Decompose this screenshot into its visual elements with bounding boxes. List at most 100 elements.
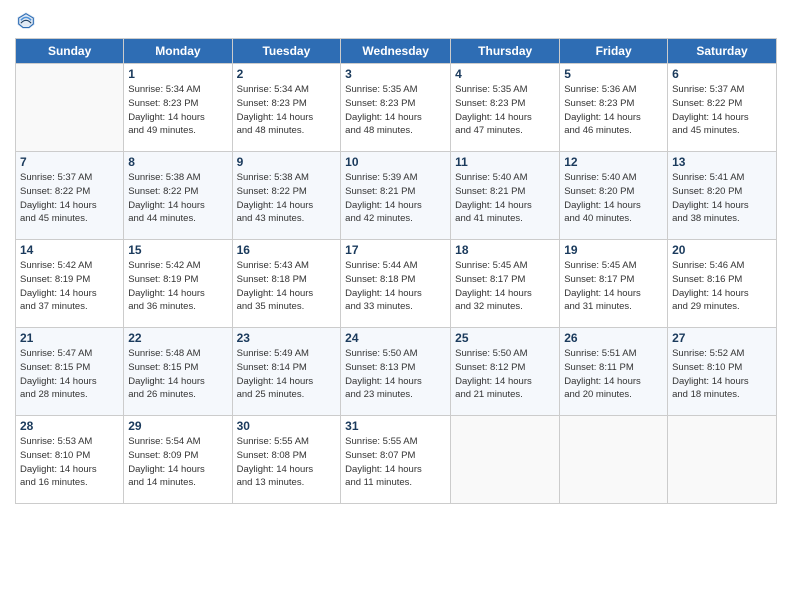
day-number: 15: [128, 243, 227, 257]
day-info: Sunrise: 5:49 AM Sunset: 8:14 PM Dayligh…: [237, 347, 337, 402]
calendar-cell: 6 Sunrise: 5:37 AM Sunset: 8:22 PM Daylig…: [668, 64, 777, 152]
calendar-cell: 12Sunrise: 5:40 AM Sunset: 8:20 PM Dayli…: [560, 152, 668, 240]
page: SundayMondayTuesdayWednesdayThursdayFrid…: [0, 0, 792, 612]
calendar-cell: 19 Sunrise: 5:45 AM Sunset: 8:17 PM Dayli…: [560, 240, 668, 328]
calendar-cell: 1Sunrise: 5:34 AM Sunset: 8:23 PM Daylig…: [124, 64, 232, 152]
calendar-week-row: 28Sunrise: 5:53 AM Sunset: 8:10 PM Dayli…: [16, 416, 777, 504]
calendar-cell: 16 Sunrise: 5:43 AM Sunset: 8:18 PM Dayli…: [232, 240, 341, 328]
day-info: Sunrise: 5:42 AM Sunset: 8:19 PM Dayligh…: [128, 259, 227, 314]
calendar-table: SundayMondayTuesdayWednesdayThursdayFrid…: [15, 38, 777, 504]
calendar-cell: 4Sunrise: 5:35 AM Sunset: 8:23 PM Daylig…: [451, 64, 560, 152]
day-info: Sunrise: 5:45 AM Sunset: 8:17 PM Dayligh…: [455, 259, 555, 314]
day-info: Sunrise: 5:47 AM Sunset: 8:15 PM Dayligh…: [20, 347, 119, 402]
day-info: Sunrise: 5:43 AM Sunset: 8:18 PM Dayligh…: [237, 259, 337, 314]
calendar-week-row: 7 Sunrise: 5:37 AM Sunset: 8:22 PM Daylig…: [16, 152, 777, 240]
day-number: 9: [237, 155, 337, 169]
calendar-cell: 18 Sunrise: 5:45 AM Sunset: 8:17 PM Dayli…: [451, 240, 560, 328]
header: [15, 10, 777, 32]
day-info: Sunrise: 5:37 AM Sunset: 8:22 PM Dayligh…: [20, 171, 119, 226]
day-info: Sunrise: 5:42 AM Sunset: 8:19 PM Dayligh…: [20, 259, 119, 314]
calendar-cell: [560, 416, 668, 504]
day-info: Sunrise: 5:51 AM Sunset: 8:11 PM Dayligh…: [564, 347, 663, 402]
calendar-cell: 27 Sunrise: 5:52 AM Sunset: 8:10 PM Dayli…: [668, 328, 777, 416]
day-info: Sunrise: 5:36 AM Sunset: 8:23 PM Dayligh…: [564, 83, 663, 138]
day-info: Sunrise: 5:38 AM Sunset: 8:22 PM Dayligh…: [128, 171, 227, 226]
day-info: Sunrise: 5:39 AM Sunset: 8:21 PM Dayligh…: [345, 171, 446, 226]
day-number: 30: [237, 419, 337, 433]
calendar-cell: 23Sunrise: 5:49 AM Sunset: 8:14 PM Dayli…: [232, 328, 341, 416]
calendar-cell: 31 Sunrise: 5:55 AM Sunset: 8:07 PM Dayli…: [341, 416, 451, 504]
day-number: 14: [20, 243, 119, 257]
calendar-header-row: SundayMondayTuesdayWednesdayThursdayFrid…: [16, 39, 777, 64]
calendar-cell: 13Sunrise: 5:41 AM Sunset: 8:20 PM Dayli…: [668, 152, 777, 240]
day-info: Sunrise: 5:34 AM Sunset: 8:23 PM Dayligh…: [237, 83, 337, 138]
calendar-cell: [451, 416, 560, 504]
calendar-cell: 20 Sunrise: 5:46 AM Sunset: 8:16 PM Dayli…: [668, 240, 777, 328]
weekday-header: Thursday: [451, 39, 560, 64]
day-number: 6: [672, 67, 772, 81]
weekday-header: Monday: [124, 39, 232, 64]
calendar-cell: 22Sunrise: 5:48 AM Sunset: 8:15 PM Dayli…: [124, 328, 232, 416]
day-number: 17: [345, 243, 446, 257]
day-number: 2: [237, 67, 337, 81]
day-info: Sunrise: 5:44 AM Sunset: 8:18 PM Dayligh…: [345, 259, 446, 314]
weekday-header: Saturday: [668, 39, 777, 64]
calendar-cell: 28Sunrise: 5:53 AM Sunset: 8:10 PM Dayli…: [16, 416, 124, 504]
day-number: 19: [564, 243, 663, 257]
day-number: 27: [672, 331, 772, 345]
day-number: 20: [672, 243, 772, 257]
day-info: Sunrise: 5:45 AM Sunset: 8:17 PM Dayligh…: [564, 259, 663, 314]
day-info: Sunrise: 5:48 AM Sunset: 8:15 PM Dayligh…: [128, 347, 227, 402]
calendar-cell: 29 Sunrise: 5:54 AM Sunset: 8:09 PM Dayli…: [124, 416, 232, 504]
day-info: Sunrise: 5:35 AM Sunset: 8:23 PM Dayligh…: [345, 83, 446, 138]
day-number: 25: [455, 331, 555, 345]
day-number: 11: [455, 155, 555, 169]
calendar-cell: 26 Sunrise: 5:51 AM Sunset: 8:11 PM Dayli…: [560, 328, 668, 416]
day-number: 29: [128, 419, 227, 433]
day-number: 5: [564, 67, 663, 81]
logo-icon: [15, 10, 37, 32]
calendar-cell: 5 Sunrise: 5:36 AM Sunset: 8:23 PM Daylig…: [560, 64, 668, 152]
calendar-cell: 11Sunrise: 5:40 AM Sunset: 8:21 PM Dayli…: [451, 152, 560, 240]
day-info: Sunrise: 5:55 AM Sunset: 8:07 PM Dayligh…: [345, 435, 446, 490]
logo: [15, 10, 41, 32]
day-number: 18: [455, 243, 555, 257]
calendar-cell: 9 Sunrise: 5:38 AM Sunset: 8:22 PM Daylig…: [232, 152, 341, 240]
day-info: Sunrise: 5:46 AM Sunset: 8:16 PM Dayligh…: [672, 259, 772, 314]
weekday-header: Sunday: [16, 39, 124, 64]
calendar-cell: 8 Sunrise: 5:38 AM Sunset: 8:22 PM Daylig…: [124, 152, 232, 240]
weekday-header: Wednesday: [341, 39, 451, 64]
day-number: 3: [345, 67, 446, 81]
day-number: 4: [455, 67, 555, 81]
calendar-cell: 3 Sunrise: 5:35 AM Sunset: 8:23 PM Daylig…: [341, 64, 451, 152]
day-info: Sunrise: 5:38 AM Sunset: 8:22 PM Dayligh…: [237, 171, 337, 226]
day-number: 8: [128, 155, 227, 169]
calendar-week-row: 21 Sunrise: 5:47 AM Sunset: 8:15 PM Dayli…: [16, 328, 777, 416]
calendar-cell: 17 Sunrise: 5:44 AM Sunset: 8:18 PM Dayli…: [341, 240, 451, 328]
day-number: 28: [20, 419, 119, 433]
calendar-cell: 10 Sunrise: 5:39 AM Sunset: 8:21 PM Dayli…: [341, 152, 451, 240]
day-info: Sunrise: 5:34 AM Sunset: 8:23 PM Dayligh…: [128, 83, 227, 138]
weekday-header: Friday: [560, 39, 668, 64]
calendar-cell: 14 Sunrise: 5:42 AM Sunset: 8:19 PM Dayli…: [16, 240, 124, 328]
calendar-cell: [16, 64, 124, 152]
day-number: 31: [345, 419, 446, 433]
day-number: 13: [672, 155, 772, 169]
calendar-cell: 30 Sunrise: 5:55 AM Sunset: 8:08 PM Dayli…: [232, 416, 341, 504]
calendar-week-row: 1Sunrise: 5:34 AM Sunset: 8:23 PM Daylig…: [16, 64, 777, 152]
day-number: 16: [237, 243, 337, 257]
calendar-cell: 15 Sunrise: 5:42 AM Sunset: 8:19 PM Dayli…: [124, 240, 232, 328]
day-number: 26: [564, 331, 663, 345]
day-info: Sunrise: 5:50 AM Sunset: 8:12 PM Dayligh…: [455, 347, 555, 402]
day-info: Sunrise: 5:54 AM Sunset: 8:09 PM Dayligh…: [128, 435, 227, 490]
day-number: 10: [345, 155, 446, 169]
day-number: 7: [20, 155, 119, 169]
day-number: 12: [564, 155, 663, 169]
day-info: Sunrise: 5:55 AM Sunset: 8:08 PM Dayligh…: [237, 435, 337, 490]
day-number: 21: [20, 331, 119, 345]
day-info: Sunrise: 5:37 AM Sunset: 8:22 PM Dayligh…: [672, 83, 772, 138]
calendar-cell: 21 Sunrise: 5:47 AM Sunset: 8:15 PM Dayli…: [16, 328, 124, 416]
day-info: Sunrise: 5:52 AM Sunset: 8:10 PM Dayligh…: [672, 347, 772, 402]
calendar-cell: 25 Sunrise: 5:50 AM Sunset: 8:12 PM Dayli…: [451, 328, 560, 416]
calendar-cell: 24Sunrise: 5:50 AM Sunset: 8:13 PM Dayli…: [341, 328, 451, 416]
